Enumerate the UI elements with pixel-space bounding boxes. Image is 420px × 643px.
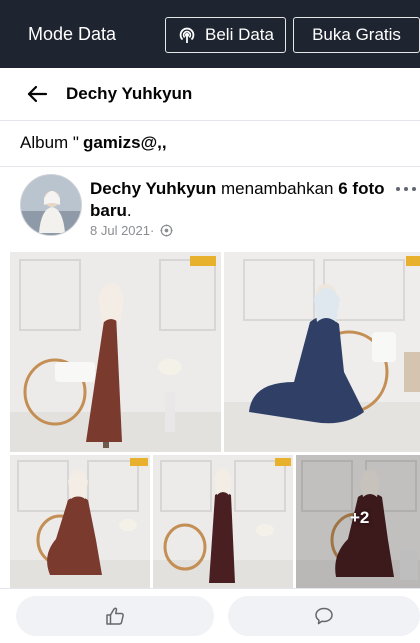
more-photos-count: +2 <box>350 508 370 527</box>
thumbs-up-icon <box>106 607 124 625</box>
album-prefix: Album " <box>20 133 79 152</box>
photo-count: 6 <box>338 179 348 198</box>
comment-icon <box>315 607 333 625</box>
avatar[interactable] <box>20 174 82 236</box>
globe-icon <box>160 224 173 237</box>
open-free-label: Buka Gratis <box>312 25 401 44</box>
photo-2[interactable] <box>224 252 420 452</box>
meta-separator: · <box>150 223 155 238</box>
like-button[interactable] <box>16 596 214 636</box>
wifi-signal-icon <box>179 27 195 43</box>
post-description: Dechy Yuhkyun menambahkan 6 foto baru. <box>90 178 390 222</box>
more-horizontal-icon[interactable] <box>394 182 420 196</box>
post-actions <box>0 588 420 643</box>
data-mode-bar: Mode Data Beli Data Buka Gratis <box>0 0 420 68</box>
post-meta: 8 Jul 2021 · <box>90 223 173 238</box>
post-date[interactable]: 8 Jul 2021 <box>90 223 150 238</box>
buy-data-button[interactable]: Beli Data <box>165 17 286 53</box>
arrow-left-icon[interactable] <box>26 83 48 105</box>
page-title: Dechy Yuhkyun <box>66 84 193 103</box>
mode-data-label: Mode Data <box>28 23 117 44</box>
buy-data-label: Beli Data <box>205 25 274 44</box>
page-header: Dechy Yuhkyun <box>0 68 420 121</box>
post-action: menambahkan <box>216 179 339 198</box>
open-free-button[interactable]: Buka Gratis <box>293 17 420 53</box>
comment-button[interactable] <box>228 596 420 636</box>
post-author[interactable]: Dechy Yuhkyun <box>90 179 216 198</box>
photo-3[interactable] <box>10 455 150 588</box>
post-punct: . <box>126 201 132 220</box>
album-name[interactable]: gamizs@,, <box>83 133 167 153</box>
album-row[interactable]: Album " gamizs@,, <box>0 120 420 167</box>
post-header: Dechy Yuhkyun menambahkan 6 foto baru. 8… <box>0 166 420 252</box>
photo-4[interactable] <box>153 455 293 588</box>
photo-1[interactable] <box>10 252 221 452</box>
